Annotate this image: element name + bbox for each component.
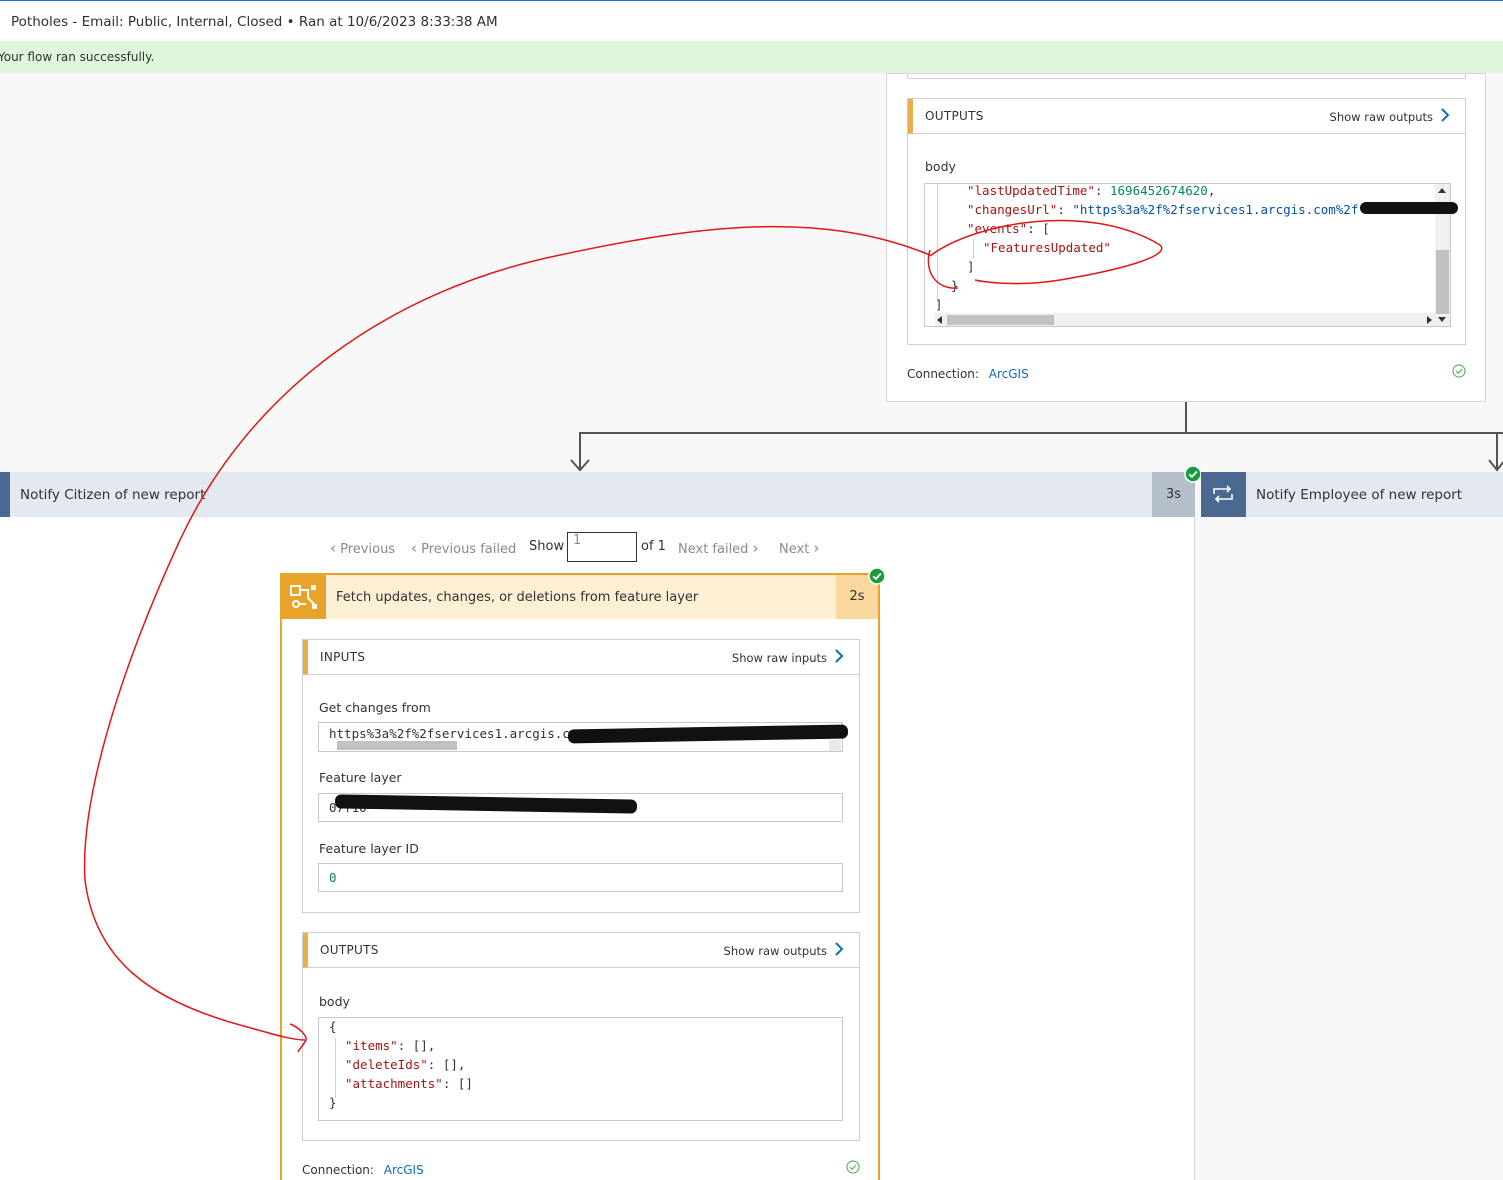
annotation-overlay: [83, 219, 1163, 1053]
